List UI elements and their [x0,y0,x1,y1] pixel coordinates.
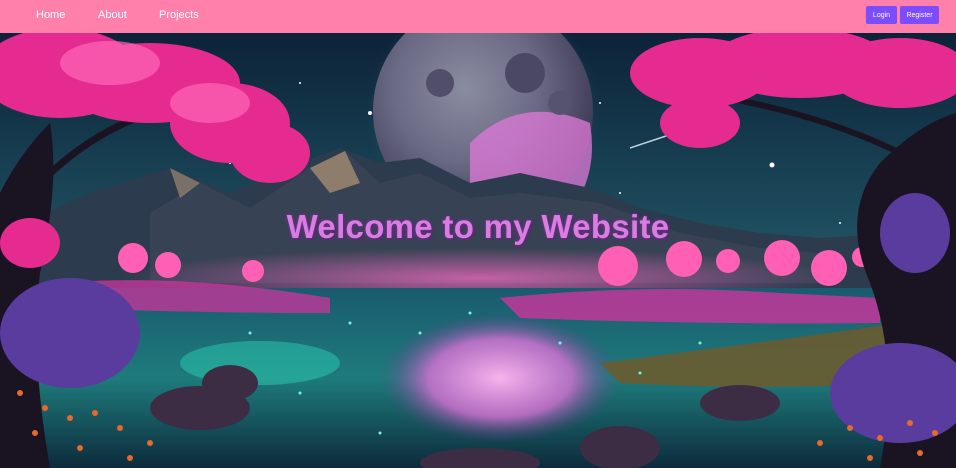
nav-link-projects[interactable]: Projects [159,9,199,21]
register-button[interactable]: Register [900,6,939,24]
nav-link-home[interactable]: Home [36,9,65,21]
login-button[interactable]: Login [866,6,897,24]
hero-title: Welcome to my Website [286,208,670,245]
nav-link-about[interactable]: About [98,9,127,21]
hero-section: Welcome to my Website [0,33,956,468]
top-navbar: Home About Projects Login Register [0,0,956,33]
hero-background-image [0,33,956,468]
